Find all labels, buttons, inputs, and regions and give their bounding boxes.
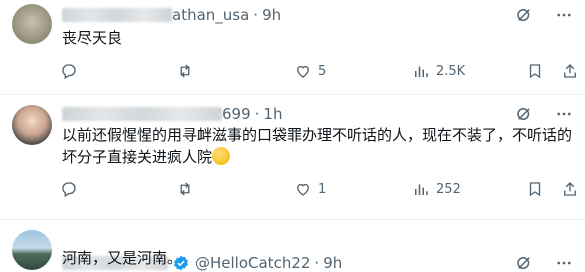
action-bar: 5 2.5K	[56, 60, 585, 82]
tweet-2[interactable]: 699 · 1h 以前还假惺惺的用寻衅滋事的口袋罪办理不听话的人，现在不装了，不…	[0, 95, 585, 219]
tweet-text: 丧尽天良	[62, 29, 123, 47]
views-button[interactable]: 2.5K	[412, 60, 465, 82]
retweet-button[interactable]	[176, 60, 194, 82]
tweet-text: 河南，又是河南。	[62, 249, 183, 267]
share-icon	[564, 64, 576, 78]
reply-button[interactable]	[60, 60, 78, 82]
tweet-header: athan_usa · 9h	[62, 4, 281, 26]
grok-icon[interactable]	[515, 6, 533, 24]
tweet-1[interactable]: athan_usa · 9h 丧尽天良 5 2.5K	[0, 0, 585, 94]
more-icon[interactable]	[555, 105, 573, 123]
retweet-icon	[180, 64, 190, 78]
views-count: 2.5K	[436, 63, 466, 79]
more-icon[interactable]	[555, 6, 573, 24]
retweet-icon	[180, 182, 190, 196]
share-button[interactable]	[561, 60, 579, 82]
like-button[interactable]: 5	[294, 60, 326, 82]
bookmark-button[interactable]	[526, 60, 544, 82]
reply-button[interactable]	[60, 178, 78, 200]
action-bar: 1 252	[56, 178, 585, 200]
reply-icon	[62, 182, 76, 197]
like-count: 5	[318, 63, 327, 79]
like-count: 1	[318, 181, 327, 197]
grok-icon[interactable]	[515, 105, 533, 123]
bookmark-icon	[529, 182, 541, 197]
avatar[interactable]	[12, 4, 52, 44]
share-button[interactable]	[561, 178, 579, 200]
redacted-name	[62, 8, 172, 22]
views-icon	[415, 184, 428, 195]
tweet-header: 699 · 1h	[62, 103, 282, 125]
bookmark-button[interactable]	[526, 178, 544, 200]
views-button[interactable]: 252	[412, 178, 461, 200]
handle[interactable]: athan_usa	[172, 6, 249, 24]
tweet-text: 以前还假惺惺的用寻衅滋事的口袋罪办理不听话的人，现在不装了，不听话的 坏分子直接…	[62, 126, 573, 166]
retweet-button[interactable]	[176, 178, 194, 200]
like-icon	[297, 65, 309, 78]
timestamp[interactable]: 9h	[262, 6, 281, 24]
redacted-name	[62, 107, 222, 121]
reply-icon	[62, 64, 76, 79]
views-icon	[415, 66, 428, 77]
like-button[interactable]: 1	[294, 178, 326, 200]
bookmark-icon	[529, 64, 541, 79]
emoji-icon	[212, 147, 231, 165]
handle[interactable]: 699	[222, 105, 251, 123]
like-icon	[297, 183, 309, 196]
avatar[interactable]	[12, 230, 52, 270]
views-count: 252	[436, 181, 461, 197]
timestamp[interactable]: 1h	[263, 105, 282, 123]
share-icon	[564, 182, 576, 196]
avatar[interactable]	[12, 105, 52, 145]
